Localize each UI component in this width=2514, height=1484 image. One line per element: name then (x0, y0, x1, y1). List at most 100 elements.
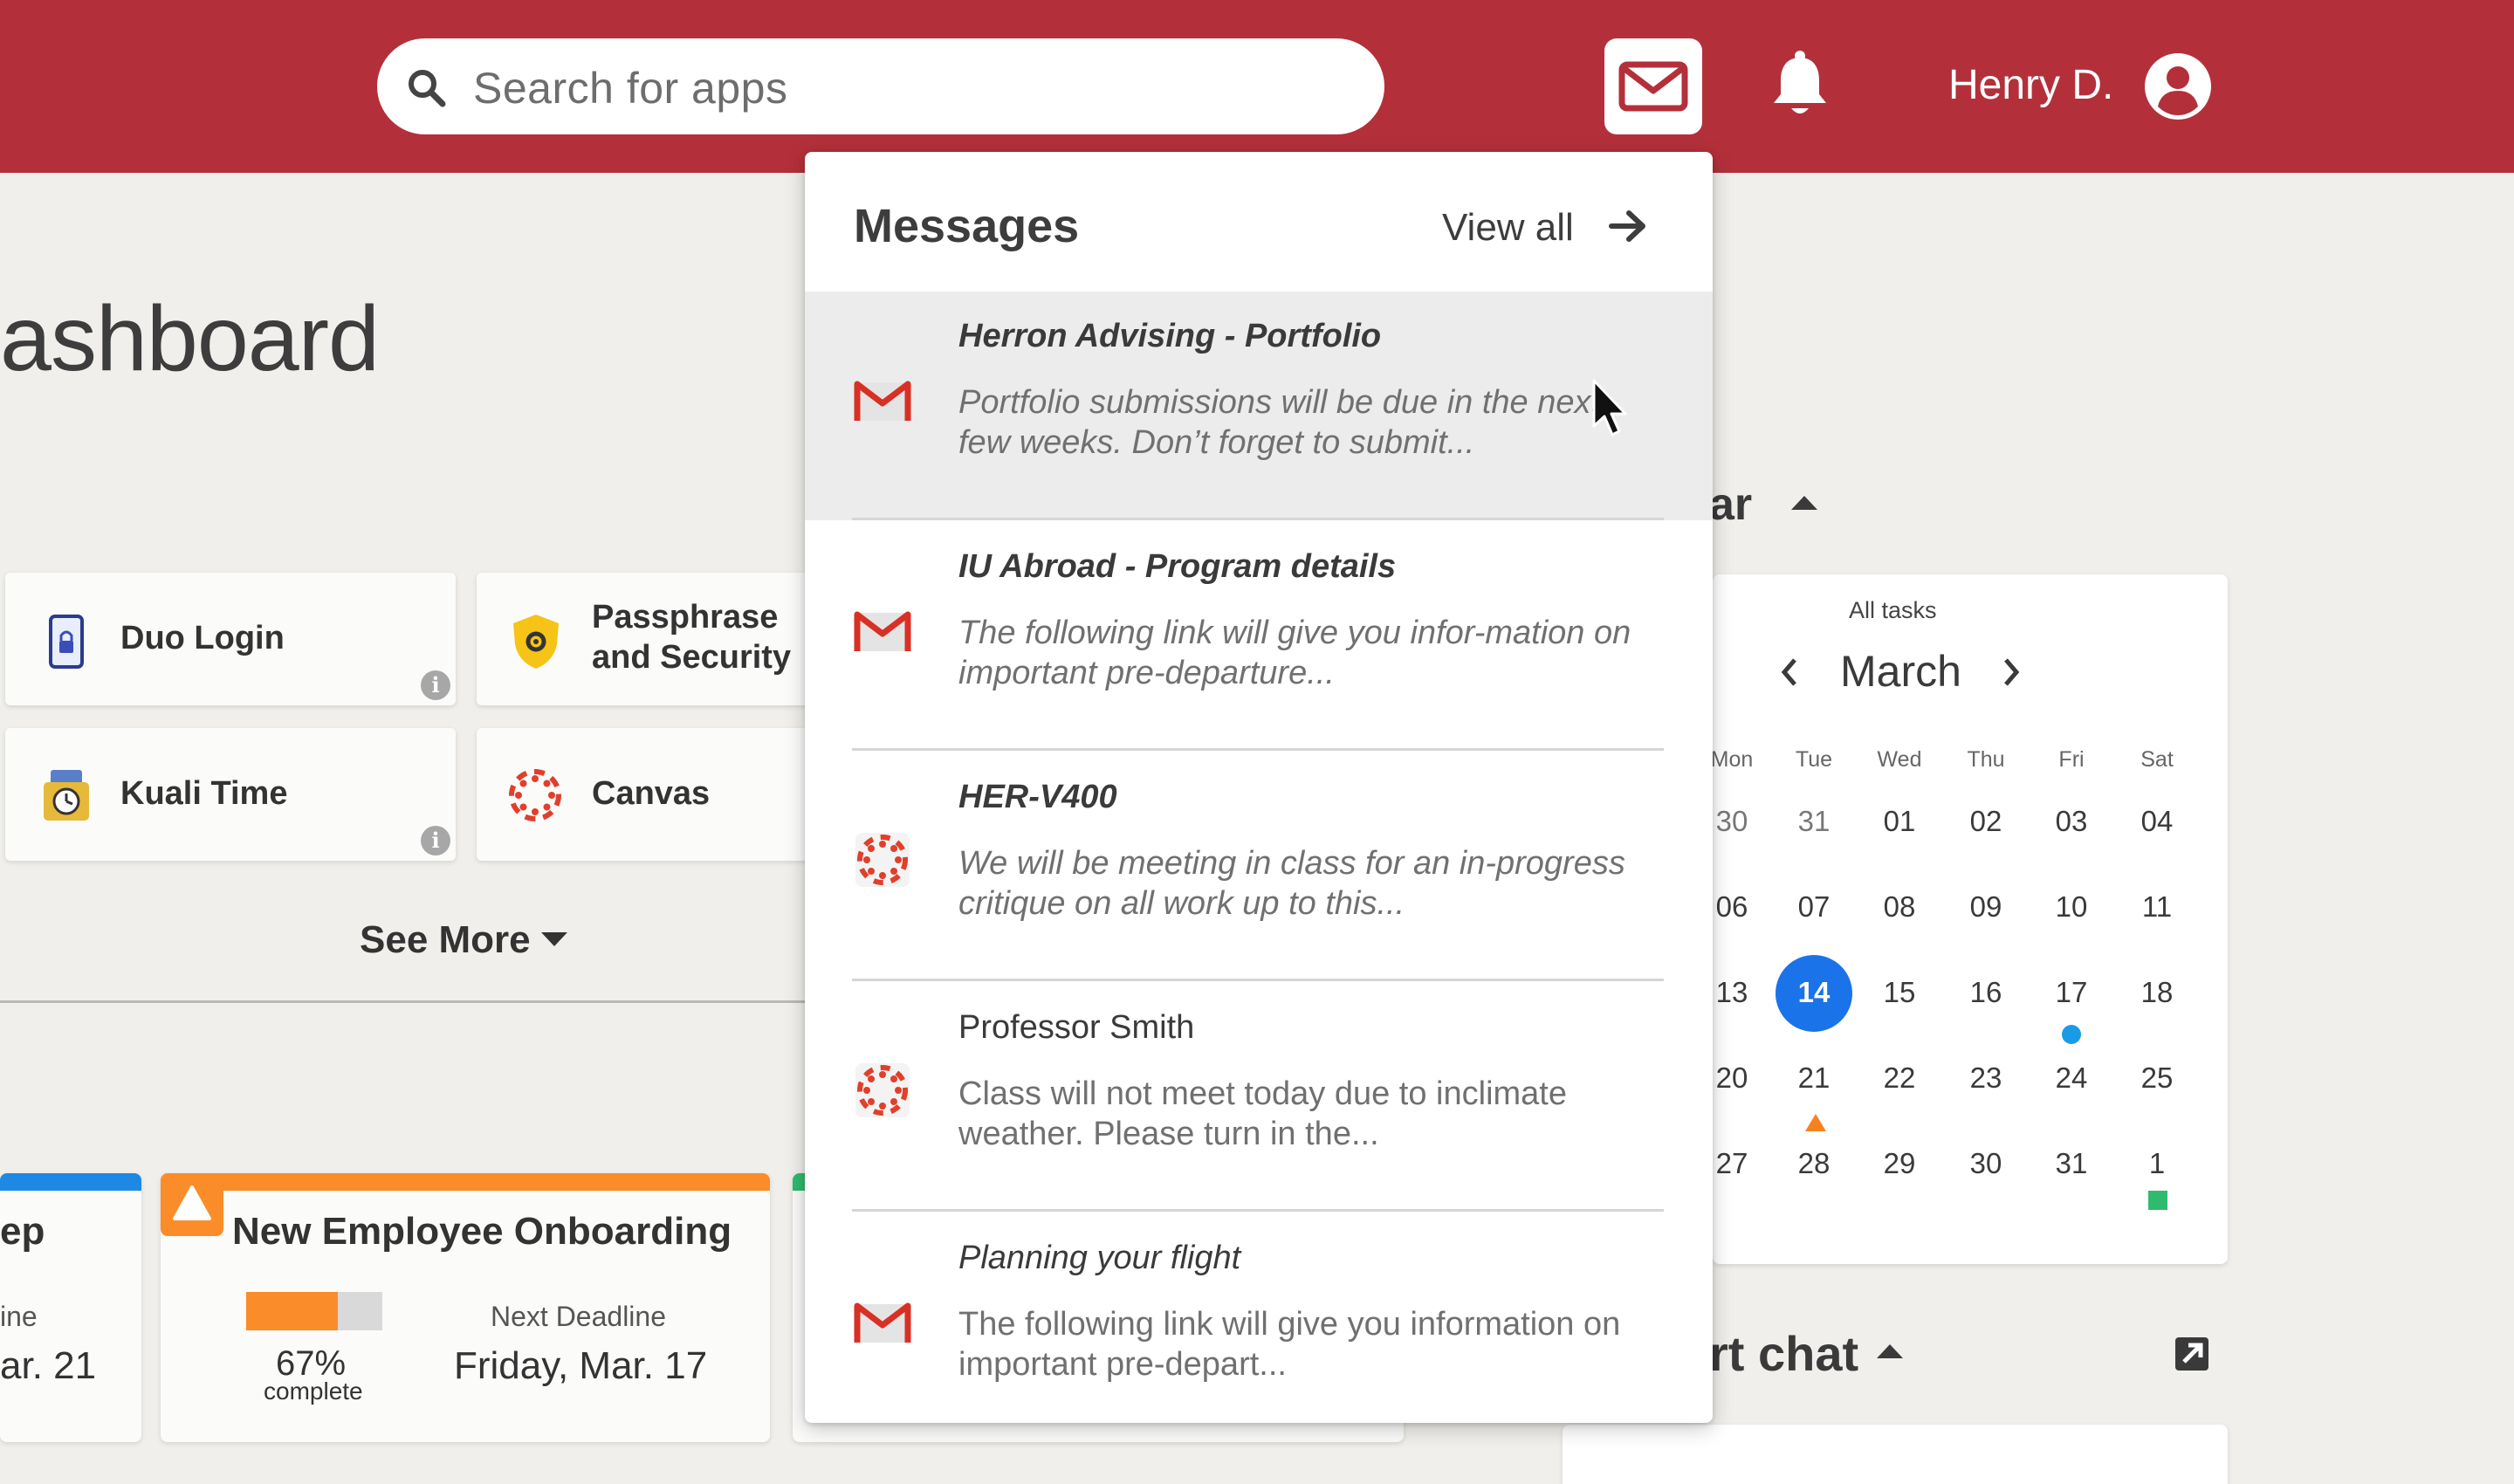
canvas-logo-icon (509, 769, 561, 821)
calendar-day[interactable]: 31 (1779, 805, 1849, 838)
calendar-heading: ar (1709, 479, 1753, 530)
mail-icon (1618, 61, 1688, 112)
calendar-day[interactable]: 1 (2122, 1147, 2192, 1180)
mouse-cursor-icon (1592, 379, 1627, 436)
messages-button[interactable] (1604, 38, 1702, 134)
calendar-day[interactable]: 07 (1779, 890, 1849, 924)
search-bar[interactable]: Search for apps (377, 38, 1384, 134)
event-marker-orange (1805, 1114, 1826, 1131)
chat-card (1563, 1425, 2228, 1484)
calendar-day[interactable]: 10 (2037, 890, 2106, 924)
app-label: Passphrase and Security (592, 599, 792, 676)
chevron-up-icon[interactable] (1791, 496, 1817, 510)
calendar-day[interactable]: 18 (2122, 976, 2192, 1009)
chat-heading: rt chat (1709, 1326, 1859, 1381)
chevron-left-icon[interactable] (1777, 655, 1802, 690)
calendar-day[interactable]: 31 (2037, 1147, 2106, 1180)
message-item[interactable]: HER-V400 We will be meeting in class for… (805, 752, 1713, 981)
calendar-day[interactable]: 29 (1865, 1147, 1934, 1180)
message-sender: IU Abroad - Program details (958, 548, 1397, 585)
task-title: ep (0, 1210, 45, 1253)
progress-label: complete (264, 1378, 363, 1405)
task-status-bar (0, 1173, 141, 1191)
message-preview: Portfolio submissions will be due in the… (958, 384, 1601, 461)
calendar-day[interactable]: 21 (1779, 1061, 1849, 1095)
calendar-day[interactable]: 17 (2037, 976, 2106, 1009)
search-input[interactable]: Search for apps (473, 63, 787, 113)
calendar-day[interactable]: 08 (1865, 890, 1934, 924)
calendar-day[interactable]: 30 (1951, 1147, 2021, 1180)
calendar-day[interactable]: 24 (2037, 1061, 2106, 1095)
deadline-date: Friday, Mar. 17 (454, 1344, 708, 1387)
calendar-filter[interactable]: All tasks (1849, 597, 1937, 624)
weekday-label: Tue (1795, 747, 1833, 772)
chevron-down-icon[interactable] (541, 932, 567, 946)
calendar-day-today[interactable]: 14 (1779, 976, 1849, 1009)
calendar-month: March (1840, 647, 1961, 696)
app-card-duo-login[interactable]: Duo Login i (5, 573, 456, 705)
app-card-canvas[interactable]: Canvas (477, 728, 826, 861)
message-sender: Professor Smith (958, 1009, 1195, 1046)
message-item[interactable]: Herron Advising - Portfolio Portfolio su… (805, 292, 1713, 520)
messages-dropdown: Messages View all Herron Advising - Port… (805, 152, 1713, 1423)
info-icon[interactable]: i (421, 826, 450, 855)
message-preview: Class will not meet today due to inclima… (958, 1075, 1567, 1152)
deadline-label: Next Deadline (491, 1301, 666, 1332)
task-title: New Employee Onboarding (232, 1210, 732, 1253)
app-card-kuali-time[interactable]: Kuali Time i (5, 728, 456, 861)
view-all-link[interactable]: View all (1442, 206, 1574, 250)
calendar-day[interactable]: 22 (1865, 1061, 1934, 1095)
task-card[interactable]: ep ine ar. 21 (0, 1173, 141, 1442)
message-preview: The following link will give you infor-m… (958, 615, 1631, 691)
message-sender: Planning your flight (958, 1240, 1241, 1276)
message-divider (852, 1209, 1664, 1212)
page-title: ashboard (0, 287, 380, 390)
time-clock-icon (44, 770, 89, 821)
calendar-day[interactable]: 11 (2122, 890, 2192, 924)
calendar-day[interactable]: 25 (2122, 1061, 2192, 1095)
message-divider (852, 979, 1664, 981)
gmail-icon (854, 1302, 911, 1343)
calendar-day[interactable]: 16 (1951, 976, 2021, 1009)
bell-icon[interactable] (1769, 49, 1831, 119)
user-avatar-icon[interactable] (2144, 52, 2212, 120)
progress-fill (246, 1292, 338, 1330)
weekday-label: Thu (1967, 747, 2005, 772)
calendar-day[interactable]: 15 (1865, 976, 1934, 1009)
chevron-right-icon[interactable] (1999, 655, 2023, 690)
see-more-button[interactable]: See More (360, 918, 531, 962)
calendar-day[interactable]: 02 (1951, 805, 2021, 838)
gmail-icon (854, 611, 911, 651)
task-card[interactable]: New Employee Onboarding 67% complete Nex… (161, 1173, 770, 1442)
calendar-day[interactable]: 09 (1951, 890, 2021, 924)
message-sender: Herron Advising - Portfolio (958, 318, 1382, 354)
search-icon (409, 70, 446, 107)
calendar-day[interactable]: 04 (2122, 805, 2192, 838)
shield-gear-icon (513, 615, 559, 669)
canvas-logo-icon (855, 1063, 910, 1117)
event-marker-blue (2062, 1025, 2081, 1044)
phone-lock-icon (49, 615, 84, 669)
deadline-label: ine (0, 1301, 38, 1332)
user-name[interactable]: Henry D. (1948, 61, 2113, 109)
calendar-day[interactable]: 28 (1779, 1147, 1849, 1180)
app-card-passphrase-security[interactable]: Passphrase and Security (477, 573, 826, 705)
open-external-icon[interactable] (2174, 1336, 2210, 1372)
task-status-bar (161, 1173, 770, 1191)
calendar-day[interactable]: 03 (2037, 805, 2106, 838)
arrow-right-icon[interactable] (1608, 206, 1648, 246)
message-sender: HER-V400 (958, 779, 1117, 815)
progress-bar (246, 1292, 382, 1330)
chevron-up-icon[interactable] (1877, 1344, 1903, 1358)
warning-icon (161, 1173, 223, 1236)
message-preview: We will be meeting in class for an in-pr… (958, 845, 1625, 922)
calendar-day[interactable]: 01 (1865, 805, 1934, 838)
info-icon[interactable]: i (421, 670, 450, 700)
calendar-day[interactable]: 23 (1951, 1061, 2021, 1095)
message-divider (852, 518, 1664, 520)
event-marker-green (2148, 1191, 2167, 1210)
message-item[interactable]: IU Abroad - Program details The followin… (805, 522, 1713, 751)
message-item[interactable]: Planning your flight The following link … (805, 1213, 1713, 1423)
deadline-date: ar. 21 (0, 1344, 97, 1387)
message-item[interactable]: Professor Smith Class will not meet toda… (805, 983, 1713, 1212)
